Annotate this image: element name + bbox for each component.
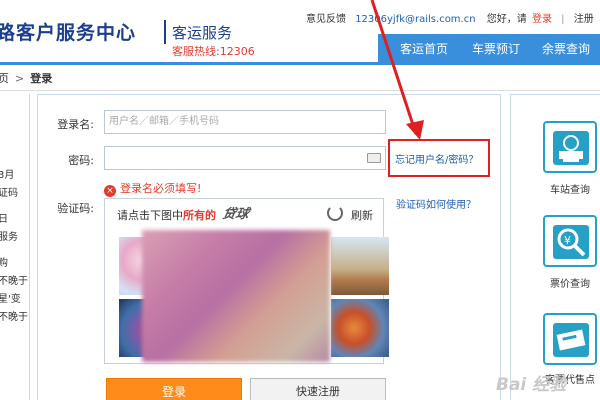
notice-line: 服务 [0, 232, 18, 243]
notice-line: 购 [0, 258, 8, 269]
price-query-label[interactable]: 票价查询 [533, 275, 600, 290]
feedback-email-link[interactable]: 12306yjfk@rails.com.cn [355, 14, 475, 25]
site-subtitle: 客运服务 [172, 24, 233, 42]
greeting-text: 您好，请 [486, 14, 527, 25]
captcha-prompt: 请点击下图中所有的 [117, 207, 216, 223]
station-icon-svg [559, 135, 583, 162]
breadcrumb-divider [0, 90, 600, 91]
captcha-image[interactable] [331, 299, 389, 357]
notice-line: 星'变 [0, 294, 21, 305]
refresh-button[interactable]: 刷新 [351, 207, 373, 223]
link-divider: | [561, 14, 565, 25]
ticket-agent-icon[interactable] [543, 313, 597, 365]
blurred-captcha-area [142, 230, 330, 362]
main-nav: 客运首页 车票预订 余票查询 [378, 34, 600, 62]
feedback-link[interactable]: 意见反馈 [306, 14, 346, 25]
username-label: 登录名: [57, 118, 94, 131]
svg-text:¥: ¥ [564, 234, 571, 247]
refresh-icon[interactable] [327, 205, 343, 221]
top-links: 意见反馈 12306yjfk@rails.com.cn 您好，请 登录 | 注册 [306, 10, 594, 25]
breadcrumb: 页 > 登录 [0, 70, 52, 86]
site-header: 路客户服务中心 客运服务 客服热线:12306 意见反馈 12306yjfk@r… [0, 0, 600, 62]
service-hotline: 客服热线:12306 [172, 45, 255, 58]
price-search-icon-glyph: ¥ [553, 225, 589, 259]
password-label: 密码: [68, 154, 94, 167]
station-icon-glyph [553, 131, 589, 165]
forgot-password-link[interactable]: 忘记用户名/密码？ [395, 151, 478, 166]
notice-line: 不晚于 [0, 312, 28, 323]
notice-line: 日 [0, 214, 8, 225]
nav-home[interactable]: 客运首页 [400, 40, 448, 57]
captcha-word: 贷球 [220, 207, 251, 222]
breadcrumb-home[interactable]: 页 [0, 72, 9, 85]
notice-line: 证码 [0, 188, 18, 199]
ticket-agent-icon-glyph [553, 323, 589, 357]
username-input[interactable]: 用户名／邮箱／手机号码 [104, 110, 386, 134]
site-title: 路客户服务中心 [0, 22, 137, 44]
price-search-icon[interactable]: ¥ [543, 215, 597, 267]
captcha-label: 验证码: [57, 202, 94, 215]
captcha-prompt-prefix: 请点击下图中 [117, 209, 183, 222]
captcha-prompt-emphasis: 所有的 [183, 209, 216, 222]
ticket-agent-icon-svg [556, 329, 586, 351]
station-query-label[interactable]: 车站查询 [533, 181, 600, 196]
error-text: 登录名必须填写! [120, 182, 202, 195]
left-notice-panel: 3月 证码 日 服务 购 不晚于 星'变 不晚于 [0, 94, 30, 400]
captcha-image[interactable] [331, 237, 389, 295]
nav-remaining-tickets[interactable]: 余票查询 [542, 40, 590, 57]
password-input[interactable] [104, 146, 386, 170]
error-message: × 登录名必须填写! [104, 180, 201, 197]
services-panel: 车站查询 ¥ 票价查询 客票代售点 [510, 94, 600, 400]
keyboard-icon[interactable] [367, 153, 381, 163]
station-icon[interactable] [543, 121, 597, 173]
error-icon: × [104, 185, 116, 197]
title-divider [164, 20, 166, 44]
header-register-link[interactable]: 注册 [574, 14, 594, 25]
price-search-icon-svg: ¥ [557, 228, 586, 257]
header-login-link[interactable]: 登录 [532, 14, 552, 25]
quick-register-button[interactable]: 快速注册 [250, 378, 386, 400]
nav-ticket-booking[interactable]: 车票预订 [472, 40, 520, 57]
breadcrumb-current: 登录 [30, 72, 53, 85]
notice-line: 不晚于 [0, 276, 28, 287]
captcha-help-link[interactable]: 验证码如何使用？ [396, 196, 476, 211]
login-button[interactable]: 登录 [106, 378, 242, 400]
watermark: Bai 经验 [496, 375, 567, 395]
notice-line: 3月 [0, 170, 15, 181]
header-underline [0, 62, 600, 65]
breadcrumb-separator: > [15, 72, 25, 85]
